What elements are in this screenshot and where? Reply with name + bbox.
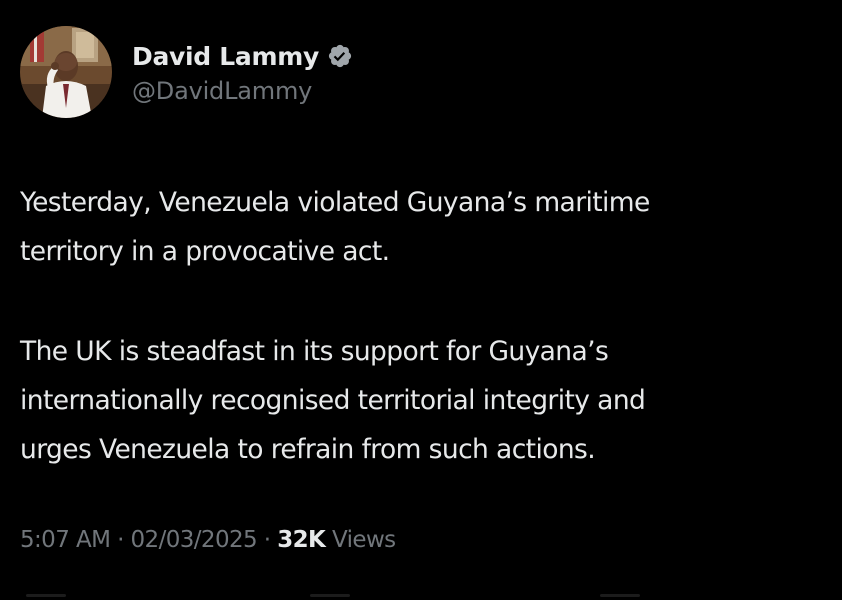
tweet-header: David Lammy @DavidLammy [20,26,353,118]
tweet-paragraph-1: Yesterday, Venezuela violated Guyana’s m… [20,178,835,276]
tweet-line: internationally recognised territorial i… [20,385,646,416]
verified-badge-icon[interactable] [327,43,353,69]
tweet-time[interactable]: 5:07 AM [20,527,111,553]
views-label: Views [331,527,396,553]
tweet-paragraph-2: The UK is steadfast in its support for G… [20,327,835,474]
avatar[interactable] [20,26,112,118]
tweet-text: Yesterday, Venezuela violated Guyana’s m… [20,178,835,474]
action-edge-mark [600,594,640,597]
meta-separator: · [117,527,124,553]
name-row: David Lammy [132,39,353,73]
tweet-line: The UK is steadfast in its support for G… [20,336,609,367]
tweet-line: Yesterday, Venezuela violated Guyana’s m… [20,187,650,218]
author-display-name[interactable]: David Lammy [132,42,319,71]
action-edge-mark [26,594,66,597]
avatar-image [20,26,112,118]
author-block: David Lammy @DavidLammy [132,39,353,105]
tweet-date[interactable]: 02/03/2025 [131,527,258,553]
tweet-line: urges Venezuela to refrain from such act… [20,434,596,465]
meta-separator: · [263,527,271,553]
action-edge-mark [310,594,350,597]
tweet-meta: 5:07 AM · 02/03/2025 · 32K Views [20,527,396,553]
tweet-card: David Lammy @DavidLammy Yesterday, Venez… [0,0,842,600]
author-handle[interactable]: @DavidLammy [132,77,353,105]
views-count[interactable]: 32K [277,527,326,553]
tweet-line: territory in a provocative act. [20,236,390,267]
action-bar-edge [0,594,842,600]
